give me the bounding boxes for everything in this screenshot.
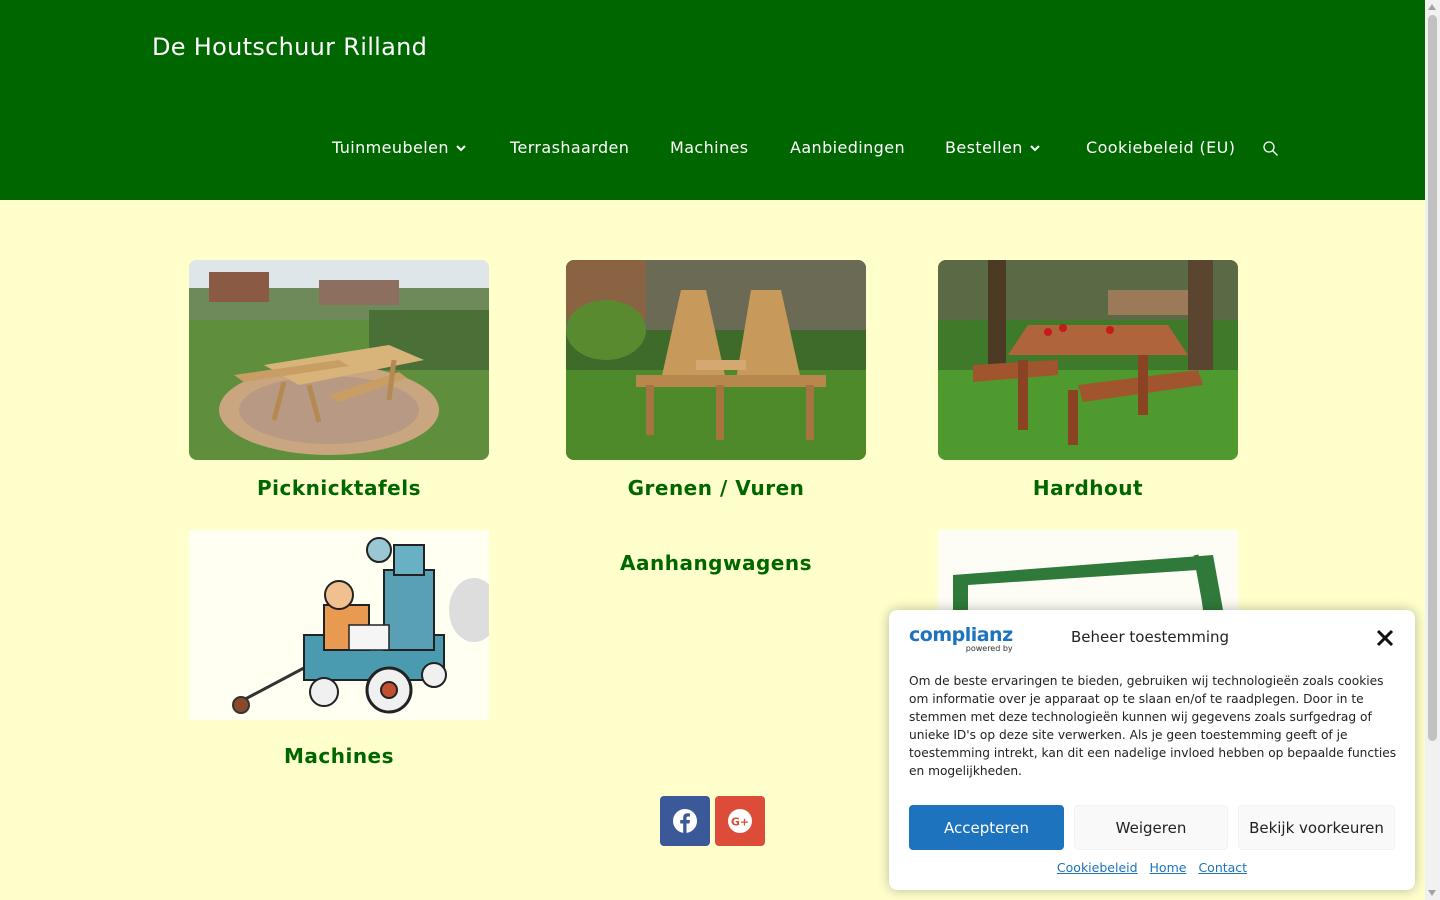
deny-button[interactable]: Weigeren: [1074, 805, 1228, 850]
nav-item-label: Tuinmeubelen: [332, 138, 449, 157]
view-preferences-button[interactable]: Bekijk voorkeuren: [1238, 805, 1395, 850]
link-contact[interactable]: Contact: [1198, 860, 1247, 875]
card-title-picknicktafels[interactable]: Picknicktafels: [189, 476, 489, 500]
scroll-down-arrow-icon[interactable]: [1428, 890, 1436, 896]
site-header: De Houtschuur Rilland Tuinmeubelen Terra…: [0, 0, 1425, 200]
complianz-logo: complianz powered by: [909, 625, 1013, 653]
google-plus-icon: G+: [728, 809, 752, 833]
picknicktafel-image[interactable]: [189, 260, 489, 460]
nav-item-bestellen[interactable]: Bestellen: [945, 138, 1041, 157]
main-nav: Tuinmeubelen Terrashaarden Machines Aanb…: [0, 138, 1425, 162]
logo-subtext: powered by: [965, 644, 1013, 653]
nav-item-terrashaarden[interactable]: Terrashaarden: [510, 138, 629, 157]
nav-item-label: Bestellen: [945, 138, 1023, 157]
link-cookiebeleid[interactable]: Cookiebeleid: [1057, 860, 1138, 875]
nav-item-label: Terrashaarden: [510, 138, 630, 157]
machines-image[interactable]: [189, 530, 489, 730]
nav-item-aanbiedingen[interactable]: Aanbiedingen: [790, 138, 905, 157]
nav-item-machines[interactable]: Machines: [670, 138, 749, 157]
scrollbar-thumb[interactable]: [1428, 15, 1437, 741]
nav-item-label: Cookiebeleid (EU): [1086, 138, 1236, 157]
card-title-machines[interactable]: Machines: [189, 744, 489, 768]
google-plus-button[interactable]: G+: [715, 796, 765, 846]
cookie-consent-banner: complianz powered by Beheer toestemming …: [889, 610, 1415, 890]
page-scrollbar[interactable]: [1425, 0, 1440, 900]
chevron-down-icon: [456, 144, 466, 151]
hardhout-image[interactable]: [938, 260, 1238, 460]
nav-item-label: Machines: [670, 138, 749, 157]
link-home[interactable]: Home: [1150, 860, 1187, 875]
facebook-button[interactable]: [660, 796, 710, 846]
grenen-vuren-image[interactable]: [566, 260, 866, 460]
svg-text:G+: G+: [731, 816, 749, 829]
cookie-banner-text: Om de beste ervaringen te bieden, gebrui…: [909, 674, 1397, 778]
aanbiedingen-image[interactable]: [938, 530, 1238, 610]
site-title[interactable]: De Houtschuur Rilland: [152, 33, 427, 61]
accept-button[interactable]: Accepteren: [909, 805, 1064, 850]
cookie-banner-title: Beheer toestemming: [1071, 628, 1230, 646]
facebook-icon: [673, 809, 697, 833]
nav-item-label: Aanbiedingen: [790, 138, 906, 157]
nav-item-tuinmeubelen[interactable]: Tuinmeubelen: [332, 138, 467, 157]
card-title-hardhout[interactable]: Hardhout: [938, 476, 1238, 500]
card-title-aanhangwagens[interactable]: Aanhangwagens: [566, 551, 866, 575]
scroll-up-arrow-icon[interactable]: [1428, 4, 1436, 10]
nav-item-cookiebeleid[interactable]: Cookiebeleid (EU): [1086, 138, 1235, 157]
chevron-down-icon: [1030, 144, 1040, 151]
close-icon[interactable]: [1375, 628, 1395, 648]
cookie-banner-links: Cookiebeleid Home Contact: [889, 860, 1415, 875]
search-icon[interactable]: [1262, 140, 1280, 158]
card-title-grenen-vuren[interactable]: Grenen / Vuren: [566, 476, 866, 500]
logo-text: complianz: [909, 624, 1013, 646]
